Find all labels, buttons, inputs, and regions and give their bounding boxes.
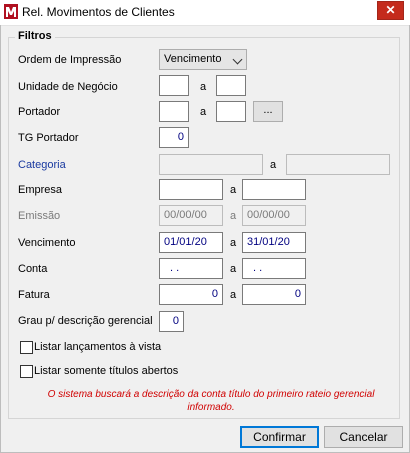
window-title: Rel. Movimentos de Clientes: [22, 5, 175, 19]
fatura-from-input[interactable]: 0: [159, 284, 223, 305]
fatura-label: Fatura: [18, 289, 50, 301]
conta-to-input[interactable]: . .: [242, 258, 306, 279]
portador-separator: a: [200, 106, 207, 118]
categoria-to-input: [286, 154, 390, 175]
portador-to-input[interactable]: [216, 101, 246, 122]
portador-label: Portador: [18, 106, 61, 118]
listar-abertos-label[interactable]: Listar somente títulos abertos: [34, 365, 178, 377]
close-icon: ✕: [385, 3, 396, 17]
emissao-label: Emissão: [18, 210, 61, 222]
info-note: O sistema buscará a descrição da conta t…: [47, 389, 375, 413]
chevron-down-icon: [232, 54, 243, 65]
conta-label: Conta: [18, 263, 48, 275]
tg-portador-label: TG Portador: [18, 132, 79, 144]
tg-portador-input[interactable]: 0: [159, 127, 189, 148]
unidade-negocio-from-input[interactable]: [159, 75, 189, 96]
grau-label: Grau p/ descrição gerencial: [18, 315, 153, 327]
conta-from-input[interactable]: . .: [159, 258, 223, 279]
filters-group-title: Filtros: [15, 30, 55, 42]
ordem-impressao-label: Ordem de Impressão: [18, 54, 122, 66]
emissao-separator: a: [230, 210, 237, 222]
listar-a-vista-label[interactable]: Listar lançamentos à vista: [34, 341, 161, 353]
unidade-negocio-separator: a: [200, 81, 207, 93]
categoria-from-input: [159, 154, 263, 175]
grau-input[interactable]: 0: [159, 311, 184, 332]
title-bar: Rel. Movimentos de Clientes ✕: [0, 0, 410, 26]
empresa-from-input[interactable]: [159, 179, 223, 200]
conta-separator: a: [230, 263, 237, 275]
vencimento-label: Vencimento: [18, 237, 76, 249]
empresa-label: Empresa: [18, 184, 63, 196]
cancel-button[interactable]: Cancelar: [324, 426, 403, 448]
unidade-negocio-label: Unidade de Negócio: [18, 81, 118, 93]
vencimento-to-input[interactable]: 31/01/20: [242, 232, 306, 253]
vencimento-from-input[interactable]: 01/01/20: [159, 232, 223, 253]
fatura-separator: a: [230, 289, 237, 301]
emissao-from-input: 00/00/00: [159, 205, 223, 226]
empresa-separator: a: [230, 184, 237, 196]
close-button[interactable]: ✕: [377, 1, 404, 20]
ordem-impressao-value: Vencimento: [164, 53, 222, 65]
portador-lookup-button[interactable]: ...: [253, 101, 283, 122]
portador-from-input[interactable]: [159, 101, 189, 122]
confirm-button[interactable]: Confirmar: [240, 426, 319, 448]
categoria-label[interactable]: Categoria: [18, 159, 66, 171]
listar-a-vista-checkbox[interactable]: [20, 341, 33, 354]
app-logo-icon: [4, 4, 18, 19]
unidade-negocio-to-input[interactable]: [216, 75, 246, 96]
vencimento-separator: a: [230, 237, 237, 249]
filters-groupbox: [8, 37, 400, 419]
fatura-to-input[interactable]: 0: [242, 284, 306, 305]
emissao-to-input: 00/00/00: [242, 205, 306, 226]
ordem-impressao-select[interactable]: Vencimento: [159, 49, 247, 70]
listar-abertos-checkbox[interactable]: [20, 365, 33, 378]
empresa-to-input[interactable]: [242, 179, 306, 200]
categoria-separator: a: [270, 159, 277, 171]
